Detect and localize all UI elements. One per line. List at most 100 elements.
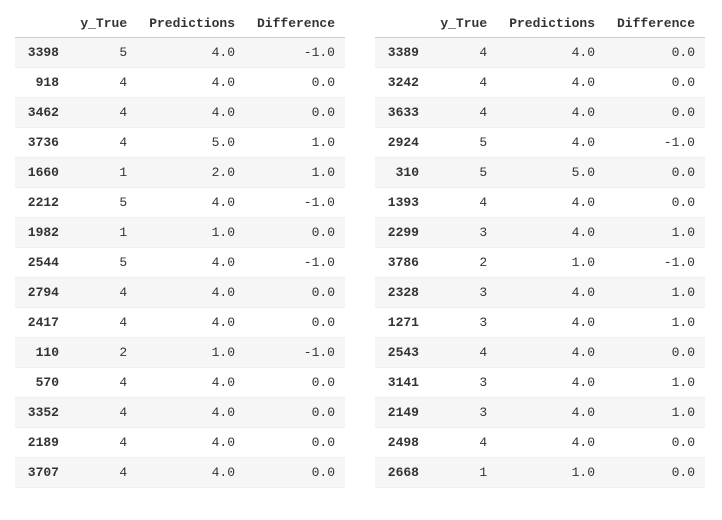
table-row: 363344.00.0 — [375, 98, 705, 128]
cell-index: 3141 — [375, 368, 429, 398]
cell-index: 3352 — [15, 398, 69, 428]
cell-index: 3707 — [15, 458, 69, 488]
table-row: 370744.00.0 — [15, 458, 345, 488]
cell-predictions: 4.0 — [137, 38, 245, 68]
table-row: 218944.00.0 — [15, 428, 345, 458]
cell-ytrue: 4 — [69, 278, 137, 308]
cell-difference: -1.0 — [605, 248, 705, 278]
cell-ytrue: 4 — [429, 428, 497, 458]
cell-difference: 0.0 — [245, 428, 345, 458]
cell-predictions: 4.0 — [497, 308, 605, 338]
cell-predictions: 1.0 — [137, 338, 245, 368]
cell-difference: 0.0 — [245, 398, 345, 428]
cell-ytrue: 4 — [429, 188, 497, 218]
cell-index: 2328 — [375, 278, 429, 308]
cell-difference: -1.0 — [245, 38, 345, 68]
cell-difference: 0.0 — [605, 428, 705, 458]
table-row: 91844.00.0 — [15, 68, 345, 98]
cell-difference: 0.0 — [605, 38, 705, 68]
table-row: 214934.01.0 — [375, 398, 705, 428]
table-row: 266811.00.0 — [375, 458, 705, 488]
cell-difference: 1.0 — [605, 308, 705, 338]
cell-index: 3462 — [15, 98, 69, 128]
cell-index: 2149 — [375, 398, 429, 428]
col-difference: Difference — [605, 10, 705, 38]
cell-ytrue: 5 — [429, 128, 497, 158]
table-row: 279444.00.0 — [15, 278, 345, 308]
cell-index: 2212 — [15, 188, 69, 218]
cell-difference: 0.0 — [245, 458, 345, 488]
cell-difference: -1.0 — [245, 338, 345, 368]
cell-ytrue: 4 — [429, 68, 497, 98]
cell-difference: 1.0 — [245, 128, 345, 158]
cell-index: 918 — [15, 68, 69, 98]
cell-predictions: 1.0 — [497, 248, 605, 278]
cell-ytrue: 2 — [429, 248, 497, 278]
table-row: 31055.00.0 — [375, 158, 705, 188]
cell-index: 3389 — [375, 38, 429, 68]
cell-ytrue: 4 — [69, 458, 137, 488]
left-tbody: 339854.0-1.091844.00.0346244.00.0373645.… — [15, 38, 345, 488]
cell-predictions: 4.0 — [497, 278, 605, 308]
cell-ytrue: 3 — [429, 398, 497, 428]
col-ytrue: y_True — [429, 10, 497, 38]
table-row: 378621.0-1.0 — [375, 248, 705, 278]
cell-index: 3786 — [375, 248, 429, 278]
cell-difference: 1.0 — [605, 398, 705, 428]
cell-index: 2189 — [15, 428, 69, 458]
cell-ytrue: 4 — [69, 308, 137, 338]
table-row: 57044.00.0 — [15, 368, 345, 398]
table-row: 249844.00.0 — [375, 428, 705, 458]
cell-ytrue: 5 — [69, 188, 137, 218]
cell-ytrue: 4 — [69, 128, 137, 158]
cell-difference: 1.0 — [605, 218, 705, 248]
right-tbody: 338944.00.0324244.00.0363344.00.0292454.… — [375, 38, 705, 488]
cell-difference: 1.0 — [245, 158, 345, 188]
col-index — [15, 10, 69, 38]
cell-ytrue: 1 — [429, 458, 497, 488]
cell-ytrue: 4 — [429, 338, 497, 368]
table-row: 338944.00.0 — [375, 38, 705, 68]
cell-predictions: 5.0 — [137, 128, 245, 158]
table-row: 292454.0-1.0 — [375, 128, 705, 158]
table-row: 324244.00.0 — [375, 68, 705, 98]
cell-ytrue: 4 — [429, 38, 497, 68]
cell-predictions: 4.0 — [137, 398, 245, 428]
cell-difference: 0.0 — [245, 278, 345, 308]
cell-index: 2668 — [375, 458, 429, 488]
col-difference: Difference — [245, 10, 345, 38]
cell-predictions: 4.0 — [497, 38, 605, 68]
table-row: 314134.01.0 — [375, 368, 705, 398]
cell-index: 3736 — [15, 128, 69, 158]
cell-difference: 0.0 — [245, 368, 345, 398]
table-row: 254344.00.0 — [375, 338, 705, 368]
cell-index: 3633 — [375, 98, 429, 128]
tables-container: y_True Predictions Difference 339854.0-1… — [15, 10, 707, 488]
right-table: y_True Predictions Difference 338944.00.… — [375, 10, 705, 488]
cell-index: 2417 — [15, 308, 69, 338]
cell-index: 570 — [15, 368, 69, 398]
cell-difference: 0.0 — [605, 158, 705, 188]
cell-predictions: 4.0 — [497, 428, 605, 458]
cell-difference: 0.0 — [605, 458, 705, 488]
cell-predictions: 1.0 — [497, 458, 605, 488]
cell-difference: 0.0 — [245, 308, 345, 338]
cell-index: 3398 — [15, 38, 69, 68]
cell-ytrue: 1 — [69, 218, 137, 248]
cell-difference: 0.0 — [605, 98, 705, 128]
cell-difference: 1.0 — [605, 278, 705, 308]
table-row: 241744.00.0 — [15, 308, 345, 338]
cell-predictions: 4.0 — [497, 68, 605, 98]
cell-difference: -1.0 — [605, 128, 705, 158]
cell-index: 1393 — [375, 188, 429, 218]
cell-index: 310 — [375, 158, 429, 188]
cell-index: 2924 — [375, 128, 429, 158]
cell-predictions: 4.0 — [497, 368, 605, 398]
cell-difference: -1.0 — [245, 248, 345, 278]
cell-index: 2544 — [15, 248, 69, 278]
col-index — [375, 10, 429, 38]
cell-index: 110 — [15, 338, 69, 368]
table-row: 346244.00.0 — [15, 98, 345, 128]
cell-ytrue: 5 — [429, 158, 497, 188]
cell-predictions: 4.0 — [497, 188, 605, 218]
